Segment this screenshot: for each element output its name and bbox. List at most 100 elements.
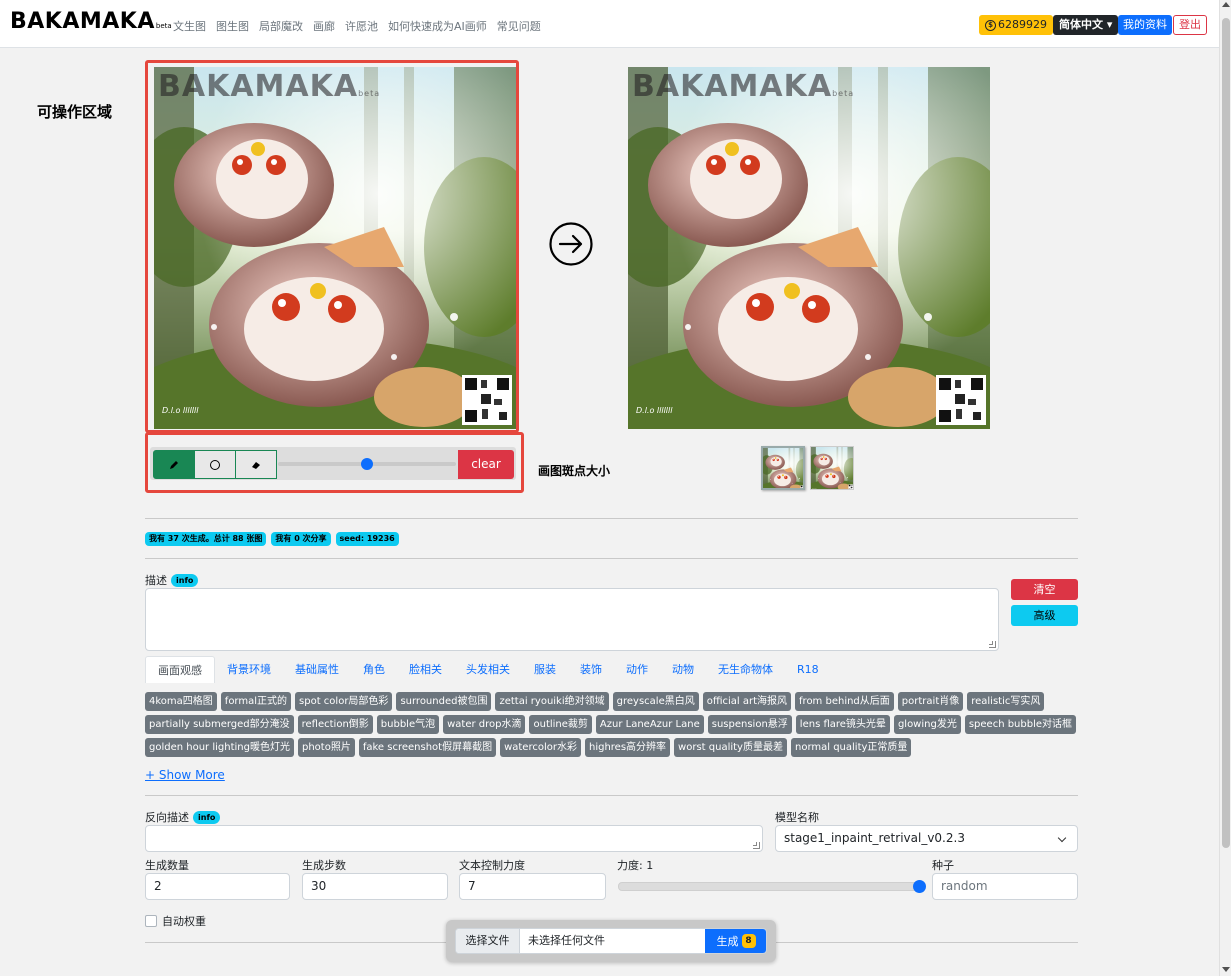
brush-size-slider-thumb[interactable] [361, 458, 373, 470]
choose-file-button[interactable]: 选择文件 [456, 929, 520, 953]
tag-chip[interactable]: portrait肖像 [897, 692, 964, 711]
tab-r18[interactable]: R18 [785, 656, 831, 683]
result-thumbnail[interactable] [761, 446, 805, 490]
generate-button-label: 生成 [716, 935, 739, 948]
coin-icon: $ [985, 19, 996, 31]
tab-inanimate[interactable]: 无生命物体 [706, 656, 785, 683]
tab-character[interactable]: 角色 [351, 656, 397, 683]
tag-chip[interactable]: worst quality质量最差 [674, 738, 787, 757]
show-more-link[interactable]: + Show More [145, 768, 225, 782]
tag-chip[interactable]: normal quality正常质量 [790, 738, 912, 757]
prompt-label: 描述 info [145, 572, 199, 588]
coin-balance[interactable]: $6289929 [979, 15, 1053, 35]
resize-handle-icon[interactable] [753, 842, 760, 849]
generate-button[interactable]: 生成 8 [705, 929, 766, 953]
tag-chip[interactable]: partially submerged部分淹没 [145, 715, 294, 734]
tag-chip[interactable]: fake screenshot假屏幕截图 [358, 738, 497, 757]
language-dropdown[interactable]: 简体中文 ▾ [1053, 15, 1119, 35]
tag-chip[interactable]: water drop水滴 [443, 715, 526, 734]
tag-chip[interactable]: 4koma四格图 [145, 692, 217, 711]
scroll-down-arrow-icon[interactable] [1222, 967, 1230, 972]
eraser-tool-button[interactable] [235, 450, 277, 479]
result-watermark-suffix: beta [832, 89, 855, 98]
nav-link-guide[interactable]: 如何快速成为AI画师 [388, 18, 487, 34]
tag-chip[interactable]: greyscale黑白风 [612, 692, 699, 711]
clear-canvas-button[interactable]: clear [458, 450, 514, 479]
eraser-icon [252, 461, 260, 469]
tag-chip[interactable]: golden hour lighting暖色灯光 [145, 738, 294, 757]
nav-link-txt2img[interactable]: 文生图 [173, 18, 206, 34]
tag-chip[interactable]: spot color局部色彩 [295, 692, 393, 711]
tag-chip[interactable]: watercolor水彩 [500, 738, 581, 757]
tag-chip[interactable]: suspension悬浮 [707, 715, 792, 734]
prompt-textarea[interactable] [145, 588, 999, 651]
tab-visual-style[interactable]: 画面观感 [145, 656, 215, 683]
tag-chip[interactable]: glowing发光 [893, 715, 961, 734]
tab-face[interactable]: 脸相关 [397, 656, 454, 683]
tab-clothing[interactable]: 服装 [522, 656, 568, 683]
drawing-toolbar: clear [150, 447, 516, 480]
brand-logo[interactable]: BAKAMAKAbeta [10, 9, 172, 34]
tab-background[interactable]: 背景环境 [215, 656, 283, 683]
seed-input[interactable]: random [932, 873, 1078, 900]
tag-chip[interactable]: reflection倒影 [297, 715, 373, 734]
result-thumbnail[interactable] [810, 446, 854, 490]
scrollbar-thumb[interactable] [1222, 18, 1230, 848]
tab-basic-attributes[interactable]: 基础属性 [283, 656, 351, 683]
brush-size-slider[interactable] [278, 458, 456, 470]
negative-info-badge[interactable]: info [193, 810, 221, 824]
strength-slider-thumb[interactable] [913, 880, 926, 893]
generate-bar: 选择文件 未选择任何文件 生成 8 [446, 920, 776, 962]
negative-prompt-textarea[interactable] [145, 825, 763, 852]
advanced-button[interactable]: 高级 [1011, 605, 1078, 626]
file-input[interactable]: 选择文件 未选择任何文件 生成 8 [455, 928, 767, 954]
scroll-up-arrow-icon[interactable] [1222, 2, 1230, 7]
annotation-editable-area: 可操作区域 [37, 103, 113, 121]
tag-chip[interactable]: outline裁剪 [529, 715, 592, 734]
tag-chip[interactable]: official art海报风 [702, 692, 792, 711]
tag-chip[interactable]: highres高分辨率 [584, 738, 671, 757]
tag-chip[interactable]: from behind从后面 [795, 692, 894, 711]
nav-link-gallery[interactable]: 画廊 [313, 18, 335, 34]
nav-link-wishing-pool[interactable]: 许愿池 [345, 18, 378, 34]
tab-hair[interactable]: 头发相关 [454, 656, 522, 683]
divider [145, 518, 1078, 519]
nav-link-inpaint[interactable]: 局部魔改 [259, 18, 303, 34]
result-watermark: BAKAMAKAbeta [632, 69, 854, 104]
tag-chip[interactable]: zettai ryouiki绝对领域 [495, 692, 609, 711]
strength-label: 力度: 1 [617, 859, 654, 872]
circle-tool-button[interactable] [194, 450, 236, 479]
tag-chip[interactable]: realistic写实风 [967, 692, 1045, 711]
tag-chip[interactable]: lens flare镜头光晕 [795, 715, 890, 734]
steps-input[interactable]: 30 [302, 873, 448, 900]
strength-slider[interactable] [618, 880, 926, 893]
result-artwork [628, 67, 990, 429]
count-input[interactable]: 2 [145, 873, 290, 900]
scrollbar[interactable] [1219, 0, 1231, 976]
stats-badges: 我有 37 次生成。总计 88 张图 我有 0 次分享 seed: 19236 [145, 532, 399, 546]
auto-weight-checkbox[interactable] [145, 915, 157, 927]
tag-chip[interactable]: bubble气泡 [376, 715, 440, 734]
tab-decoration[interactable]: 装饰 [568, 656, 614, 683]
nav-link-img2img[interactable]: 图生图 [216, 18, 249, 34]
logout-button[interactable]: 登出 [1173, 15, 1207, 35]
tag-chip[interactable]: surrounded被包围 [396, 692, 492, 711]
nav-link-faq[interactable]: 常见问题 [497, 18, 541, 34]
tab-action[interactable]: 动作 [614, 656, 660, 683]
tag-chip[interactable]: photo照片 [297, 738, 355, 757]
result-image[interactable]: BAKAMAKAbeta [628, 67, 990, 429]
clear-prompt-button[interactable]: 清空 [1011, 579, 1078, 600]
profile-button[interactable]: 我的资料 [1118, 15, 1172, 35]
pencil-tool-button[interactable] [153, 450, 195, 479]
tab-animal[interactable]: 动物 [660, 656, 706, 683]
tag-chip[interactable]: speech bubble对话框 [964, 715, 1077, 734]
guidance-label: 文本控制力度 [459, 859, 525, 872]
tag-chip[interactable]: Azur LaneAzur Lane [595, 715, 704, 734]
prompt-info-badge[interactable]: info [171, 573, 199, 587]
inpaint-canvas[interactable]: BAKAMAKAbeta [154, 67, 516, 429]
guidance-input[interactable]: 7 [459, 873, 606, 900]
negative-prompt-label: 反向描述 info [145, 809, 221, 825]
model-select[interactable]: stage1_inpaint_retrival_v0.2.3 [775, 825, 1078, 852]
resize-handle-icon[interactable] [989, 641, 996, 648]
tag-chip[interactable]: formal正式的 [220, 692, 292, 711]
